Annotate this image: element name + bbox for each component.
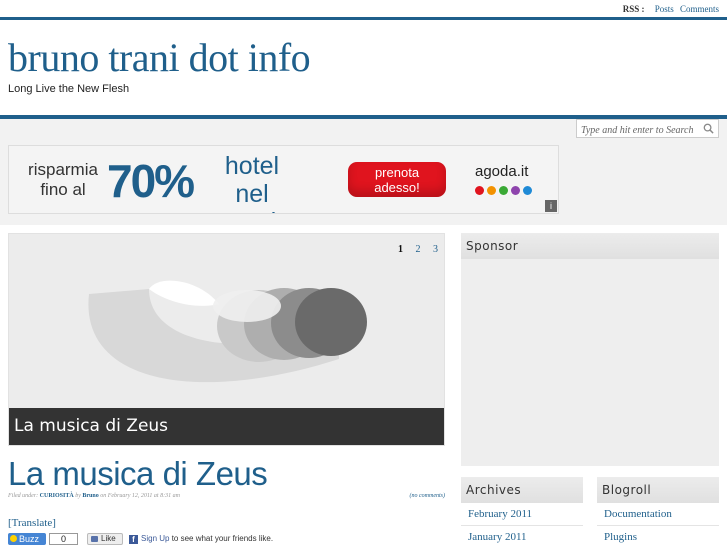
slider-page-1[interactable]: 1 bbox=[398, 244, 403, 255]
like-label: Like bbox=[101, 534, 116, 543]
ad-dot-2 bbox=[487, 186, 496, 195]
ad-text-save: risparmia fino al bbox=[23, 160, 103, 200]
thumbs-up-icon bbox=[91, 536, 98, 542]
list-item: Plugins bbox=[597, 526, 719, 545]
magnifier-icon[interactable] bbox=[703, 123, 714, 134]
slider-page-3[interactable]: 3 bbox=[433, 244, 438, 255]
list-item: January 2011 bbox=[461, 526, 583, 545]
top-bar: RSS : Posts Comments bbox=[0, 0, 727, 20]
archives-list: February 2011 January 2011 bbox=[461, 503, 583, 545]
archives-title: Archives bbox=[461, 477, 583, 503]
ad-banner[interactable]: risparmia fino al 70% hotel nel mondo pr… bbox=[8, 145, 559, 214]
site-title[interactable]: bruno trani dot info bbox=[8, 34, 311, 81]
ad-cta-line1: prenota bbox=[374, 165, 420, 180]
ad-brand-logo: agoda.it bbox=[475, 163, 529, 180]
fb-signup-link[interactable]: Sign Up bbox=[141, 534, 169, 543]
blogroll-widget: Blogroll Documentation Plugins bbox=[597, 477, 719, 545]
ad-dot-3 bbox=[499, 186, 508, 195]
list-item: February 2011 bbox=[461, 503, 583, 526]
blogroll-list: Documentation Plugins bbox=[597, 503, 719, 545]
site-tagline: Long Live the New Flesh bbox=[8, 83, 130, 95]
ad-brand-dots bbox=[475, 186, 532, 195]
buzz-count: 0 bbox=[49, 533, 78, 545]
ad-text-hotel: hotel nel mondo bbox=[197, 152, 307, 213]
slider-pager: 1 2 3 bbox=[388, 244, 438, 255]
ad-text-save-line1: risparmia bbox=[28, 160, 98, 179]
facebook-icon: f bbox=[129, 535, 138, 544]
meta-date: on February 12, 2011 at 8:31 am bbox=[100, 493, 180, 499]
slider-page-2[interactable]: 2 bbox=[416, 244, 421, 255]
slider-caption[interactable]: La musica di Zeus bbox=[9, 408, 444, 445]
buzz-icon bbox=[10, 535, 17, 542]
sponsor-body bbox=[461, 259, 719, 466]
meta-author-link[interactable]: Bruno bbox=[82, 493, 98, 499]
buzz-label: Buzz bbox=[19, 534, 40, 544]
ad-cta-line2: adesso! bbox=[374, 180, 420, 195]
meta-filed-label: Filed under: bbox=[8, 493, 39, 499]
search-box bbox=[576, 119, 719, 139]
blogroll-link-documentation[interactable]: Documentation bbox=[604, 508, 672, 520]
fb-signup-text: f Sign Up to see what your friends like. bbox=[129, 534, 273, 544]
buzz-button[interactable]: Buzz bbox=[8, 533, 46, 545]
ad-dot-4 bbox=[511, 186, 520, 195]
featured-slider[interactable]: 1 2 3 La musica di Zeus bbox=[8, 233, 445, 446]
ad-percent: 70% bbox=[107, 155, 195, 207]
rss-links: RSS : Posts Comments bbox=[623, 4, 719, 14]
blogroll-link-plugins[interactable]: Plugins bbox=[604, 531, 637, 543]
translate-link[interactable]: [Translate] bbox=[8, 517, 56, 529]
fb-signup-suffix: to see what your friends like. bbox=[169, 534, 274, 543]
social-bar: Buzz 0 Like f Sign Up to see what your fr… bbox=[8, 533, 448, 545]
post-title[interactable]: La musica di Zeus bbox=[8, 455, 268, 493]
ad-book-now-button[interactable]: prenota adesso! bbox=[348, 162, 446, 197]
ad-dot-1 bbox=[475, 186, 484, 195]
search-input[interactable] bbox=[577, 122, 701, 139]
ad-text-hotel-line1: hotel bbox=[224, 152, 280, 180]
meta-comments-link[interactable]: (no comments) bbox=[410, 493, 446, 499]
ad-text-save-line2: fino al bbox=[40, 180, 86, 199]
fb-like-button[interactable]: Like bbox=[87, 533, 123, 545]
rss-label: RSS : bbox=[622, 4, 645, 14]
sponsor-widget: Sponsor bbox=[461, 233, 719, 466]
ad-dot-5 bbox=[523, 186, 532, 195]
meta-by-label: by bbox=[75, 493, 81, 499]
list-item: Documentation bbox=[597, 503, 719, 526]
rss-comments-link[interactable]: Comments bbox=[680, 4, 719, 14]
archive-link-jan-2011[interactable]: January 2011 bbox=[468, 531, 527, 543]
archives-widget: Archives February 2011 January 2011 bbox=[461, 477, 583, 545]
archive-link-feb-2011[interactable]: February 2011 bbox=[468, 508, 532, 520]
meta-category-link[interactable]: CURIOSITÀ bbox=[40, 493, 74, 499]
post-meta: Filed under: CURIOSITÀ by Bruno on Febru… bbox=[8, 493, 445, 499]
rss-posts-link[interactable]: Posts bbox=[655, 4, 674, 14]
ad-text-hotel-line2: nel mondo bbox=[214, 180, 290, 213]
blogroll-title: Blogroll bbox=[597, 477, 719, 503]
ad-info-icon[interactable]: i bbox=[545, 200, 557, 212]
sponsor-title: Sponsor bbox=[461, 233, 719, 259]
